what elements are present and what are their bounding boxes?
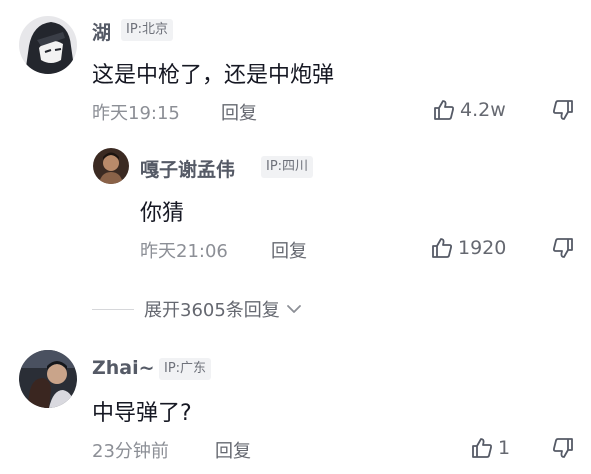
- username[interactable]: Zhai~: [92, 357, 155, 379]
- comment-text: 这是中枪了，还是中炮弹: [92, 63, 335, 88]
- like-count: 1: [498, 437, 511, 459]
- avatar[interactable]: [93, 148, 129, 184]
- thumbs-down-icon: [553, 238, 573, 258]
- username[interactable]: 湖: [92, 18, 111, 45]
- avatar[interactable]: [19, 16, 77, 74]
- dislike-button[interactable]: [551, 98, 575, 126]
- thumbs-down-icon: [553, 438, 573, 458]
- dislike-button[interactable]: [551, 236, 575, 264]
- comment-text: 中导弹了?: [92, 401, 192, 426]
- like-count: 1920: [458, 237, 507, 259]
- ip-location-badge: IP:四川: [261, 156, 314, 178]
- comment-time: 23分钟前: [92, 441, 169, 462]
- avatar[interactable]: [19, 350, 77, 408]
- like-button[interactable]: 1920: [430, 236, 506, 260]
- ip-location-badge: IP:广东: [159, 358, 212, 380]
- reply-button[interactable]: 回复: [271, 237, 307, 263]
- ip-location-badge: IP:北京: [121, 19, 174, 41]
- thumbs-up-icon: [432, 238, 452, 258]
- thumbs-down-icon: [553, 100, 573, 120]
- divider-line: [92, 308, 134, 310]
- reply-button[interactable]: 回复: [215, 437, 251, 463]
- expand-replies-button[interactable]: 展开3605条回复: [92, 296, 304, 322]
- comment-time: 昨天19:15: [92, 103, 180, 124]
- expand-replies-label: 展开3605条回复: [144, 300, 280, 321]
- chevron-down-icon: [286, 305, 301, 313]
- thumbs-up-icon: [472, 438, 492, 458]
- dislike-button[interactable]: [551, 436, 575, 464]
- like-button[interactable]: 1: [470, 436, 510, 460]
- reply-button[interactable]: 回复: [221, 99, 257, 125]
- like-count: 4.2w: [460, 99, 506, 121]
- comment-time: 昨天21:06: [140, 241, 228, 262]
- like-button[interactable]: 4.2w: [432, 98, 506, 122]
- thumbs-up-icon: [434, 100, 454, 120]
- username[interactable]: 嘎子谢孟伟: [140, 155, 235, 182]
- comment-text: 你猜: [140, 201, 185, 226]
